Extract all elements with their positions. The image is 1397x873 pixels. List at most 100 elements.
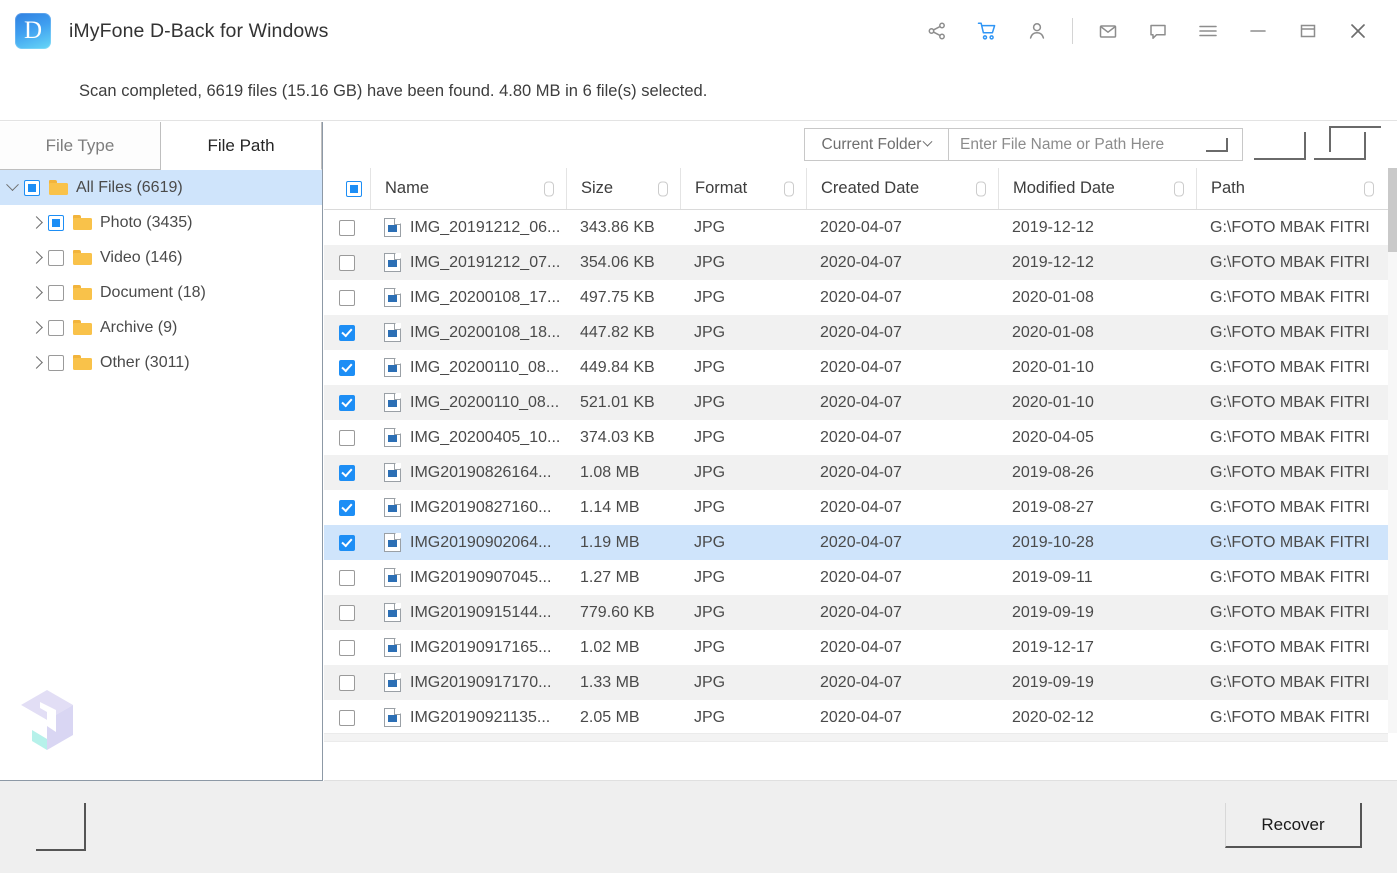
column-header-format[interactable]: Format — [680, 168, 806, 209]
row-checkbox-box — [339, 464, 355, 481]
filter-icon[interactable] — [544, 181, 554, 196]
filter-icon[interactable] — [1174, 181, 1184, 196]
tree-item-checkbox[interactable] — [48, 354, 64, 371]
row-checkbox[interactable] — [324, 604, 370, 621]
search-box[interactable] — [949, 128, 1243, 161]
column-header-name[interactable]: Name — [370, 168, 566, 209]
table-row[interactable]: IMG20190915144... 779.60 KB JPG 2020-04-07 2… — [324, 595, 1397, 630]
cell-size: 779.60 KB — [580, 603, 655, 621]
row-checkbox[interactable] — [324, 289, 370, 306]
row-checkbox[interactable] — [324, 534, 370, 551]
table-row[interactable]: IMG_20200110_08... 521.01 KB JPG 2020-04-07… — [324, 385, 1397, 420]
search-input[interactable] — [949, 135, 1206, 154]
filter-icon[interactable] — [1364, 181, 1374, 196]
cell-size: 1.33 MB — [580, 673, 640, 691]
tree-item[interactable]: Photo (3435) — [0, 205, 322, 240]
table-row[interactable]: IMG_20191212_07... 354.06 KB JPG 2020-04-07… — [324, 245, 1397, 280]
toolbar-ghost-button-1[interactable] — [1254, 132, 1306, 160]
chevron-right-icon[interactable] — [24, 286, 48, 299]
minimize-icon[interactable] — [1233, 0, 1283, 62]
chevron-right-icon[interactable] — [24, 216, 48, 229]
table-row[interactable]: IMG20190917165... 1.02 MB JPG 2020-04-07 201… — [324, 630, 1397, 665]
restore-icon[interactable] — [1283, 0, 1333, 62]
row-checkbox[interactable] — [324, 219, 370, 236]
cell-name: IMG_20200108_17... — [370, 288, 566, 307]
share-icon[interactable] — [912, 0, 962, 62]
scan-status-text: Scan completed, 6619 files (15.16 GB) ha… — [79, 81, 708, 100]
filter-icon[interactable] — [976, 181, 986, 196]
cell-format: JPG — [694, 498, 726, 516]
tree-item-checkbox[interactable] — [24, 179, 40, 196]
row-checkbox[interactable] — [324, 429, 370, 446]
folder-scope-dropdown[interactable]: Current Folder — [804, 128, 949, 161]
select-all-checkbox[interactable] — [324, 168, 370, 209]
table-row[interactable]: IMG20190827160... 1.14 MB JPG 2020-04-07 201… — [324, 490, 1397, 525]
cell-mdate: 2020-01-08 — [1012, 288, 1094, 306]
table-row[interactable]: IMG20190907045... 1.27 MB JPG 2020-04-07 201… — [324, 560, 1397, 595]
table-row[interactable]: IMG20190826164... 1.08 MB JPG 2020-04-07 201… — [324, 455, 1397, 490]
tree-item[interactable]: All Files (6619) — [0, 170, 322, 205]
cell-format: JPG — [694, 708, 726, 726]
tree-item-checkbox[interactable] — [48, 249, 64, 266]
row-checkbox[interactable] — [324, 359, 370, 376]
filter-icon[interactable] — [658, 181, 668, 196]
column-header-size[interactable]: Size — [566, 168, 680, 209]
row-checkbox[interactable] — [324, 674, 370, 691]
table-row[interactable]: IMG_20200108_17... 497.75 KB JPG 2020-04-07… — [324, 280, 1397, 315]
footer-ghost-button[interactable] — [36, 803, 86, 851]
row-checkbox[interactable] — [324, 464, 370, 481]
row-checkbox[interactable] — [324, 254, 370, 271]
cell-path: G:\FOTO MBAK FITRI — [1210, 533, 1370, 551]
feedback-icon[interactable] — [1133, 0, 1183, 62]
chevron-down-icon[interactable] — [0, 178, 24, 192]
menu-icon[interactable] — [1183, 0, 1233, 62]
table-row[interactable]: IMG_20200405_10... 374.03 KB JPG 2020-04-07… — [324, 420, 1397, 455]
row-checkbox[interactable] — [324, 569, 370, 586]
mail-icon[interactable] — [1083, 0, 1133, 62]
row-checkbox-box — [339, 359, 355, 376]
row-checkbox[interactable] — [324, 709, 370, 726]
row-checkbox[interactable] — [324, 499, 370, 516]
table-row[interactable]: IMG_20200110_08... 449.84 KB JPG 2020-04-07… — [324, 350, 1397, 385]
column-header-created-date[interactable]: Created Date — [806, 168, 998, 209]
chevron-right-icon[interactable] — [24, 356, 48, 369]
tree-item-label: Photo (3435) — [100, 213, 193, 231]
chevron-right-icon[interactable] — [24, 251, 48, 264]
tab-file-path[interactable]: File Path — [161, 122, 322, 170]
row-checkbox[interactable] — [324, 639, 370, 656]
tree-item[interactable]: Other (3011) — [0, 345, 322, 380]
cell-mdate: 2019-09-19 — [1012, 603, 1094, 621]
tree-item-checkbox[interactable] — [48, 214, 64, 231]
chevron-right-icon[interactable] — [24, 321, 48, 334]
tree-item-label: All Files (6619) — [76, 178, 183, 196]
table-row[interactable]: IMG20190917170... 1.33 MB JPG 2020-04-07 201… — [324, 665, 1397, 700]
account-icon[interactable] — [1012, 0, 1062, 62]
table-row[interactable]: IMG20190902064... 1.19 MB JPG 2020-04-07 201… — [324, 525, 1397, 560]
row-checkbox[interactable] — [324, 324, 370, 341]
cell-name-label: IMG20190907045... — [410, 568, 552, 586]
tree-item-checkbox[interactable] — [48, 284, 64, 301]
row-checkbox[interactable] — [324, 394, 370, 411]
filter-icon[interactable] — [784, 181, 794, 196]
cell-format: JPG — [694, 323, 726, 341]
tree-item[interactable]: Archive (9) — [0, 310, 322, 345]
vertical-scrollbar[interactable] — [1388, 168, 1397, 733]
recover-button[interactable]: Recover — [1225, 803, 1362, 848]
column-header-path[interactable]: Path — [1196, 168, 1386, 209]
tree-item[interactable]: Document (18) — [0, 275, 322, 310]
cell-mdate: 2019-09-11 — [1012, 568, 1093, 586]
table-row[interactable]: IMG_20200108_18... 447.82 KB JPG 2020-04-07… — [324, 315, 1397, 350]
vertical-scrollbar-thumb[interactable] — [1388, 168, 1397, 252]
column-header-modified-date[interactable]: Modified Date — [998, 168, 1196, 209]
table-row[interactable]: IMG_20191212_06... 343.86 KB JPG 2020-04-07… — [324, 210, 1397, 245]
cart-icon[interactable] — [962, 0, 1012, 62]
tree-item-checkbox[interactable] — [48, 319, 64, 336]
tab-file-type[interactable]: File Type — [0, 122, 161, 170]
cell-mdate: 2019-10-28 — [1012, 533, 1094, 551]
horizontal-scrollbar[interactable] — [324, 733, 1388, 742]
close-icon[interactable] — [1333, 0, 1383, 62]
cell-size: 449.84 KB — [580, 358, 655, 376]
toolbar-ghost-button-3[interactable] — [1329, 126, 1381, 152]
table-row[interactable]: IMG20190921135... 2.05 MB JPG 2020-04-07 202… — [324, 700, 1397, 735]
tree-item[interactable]: Video (146) — [0, 240, 322, 275]
